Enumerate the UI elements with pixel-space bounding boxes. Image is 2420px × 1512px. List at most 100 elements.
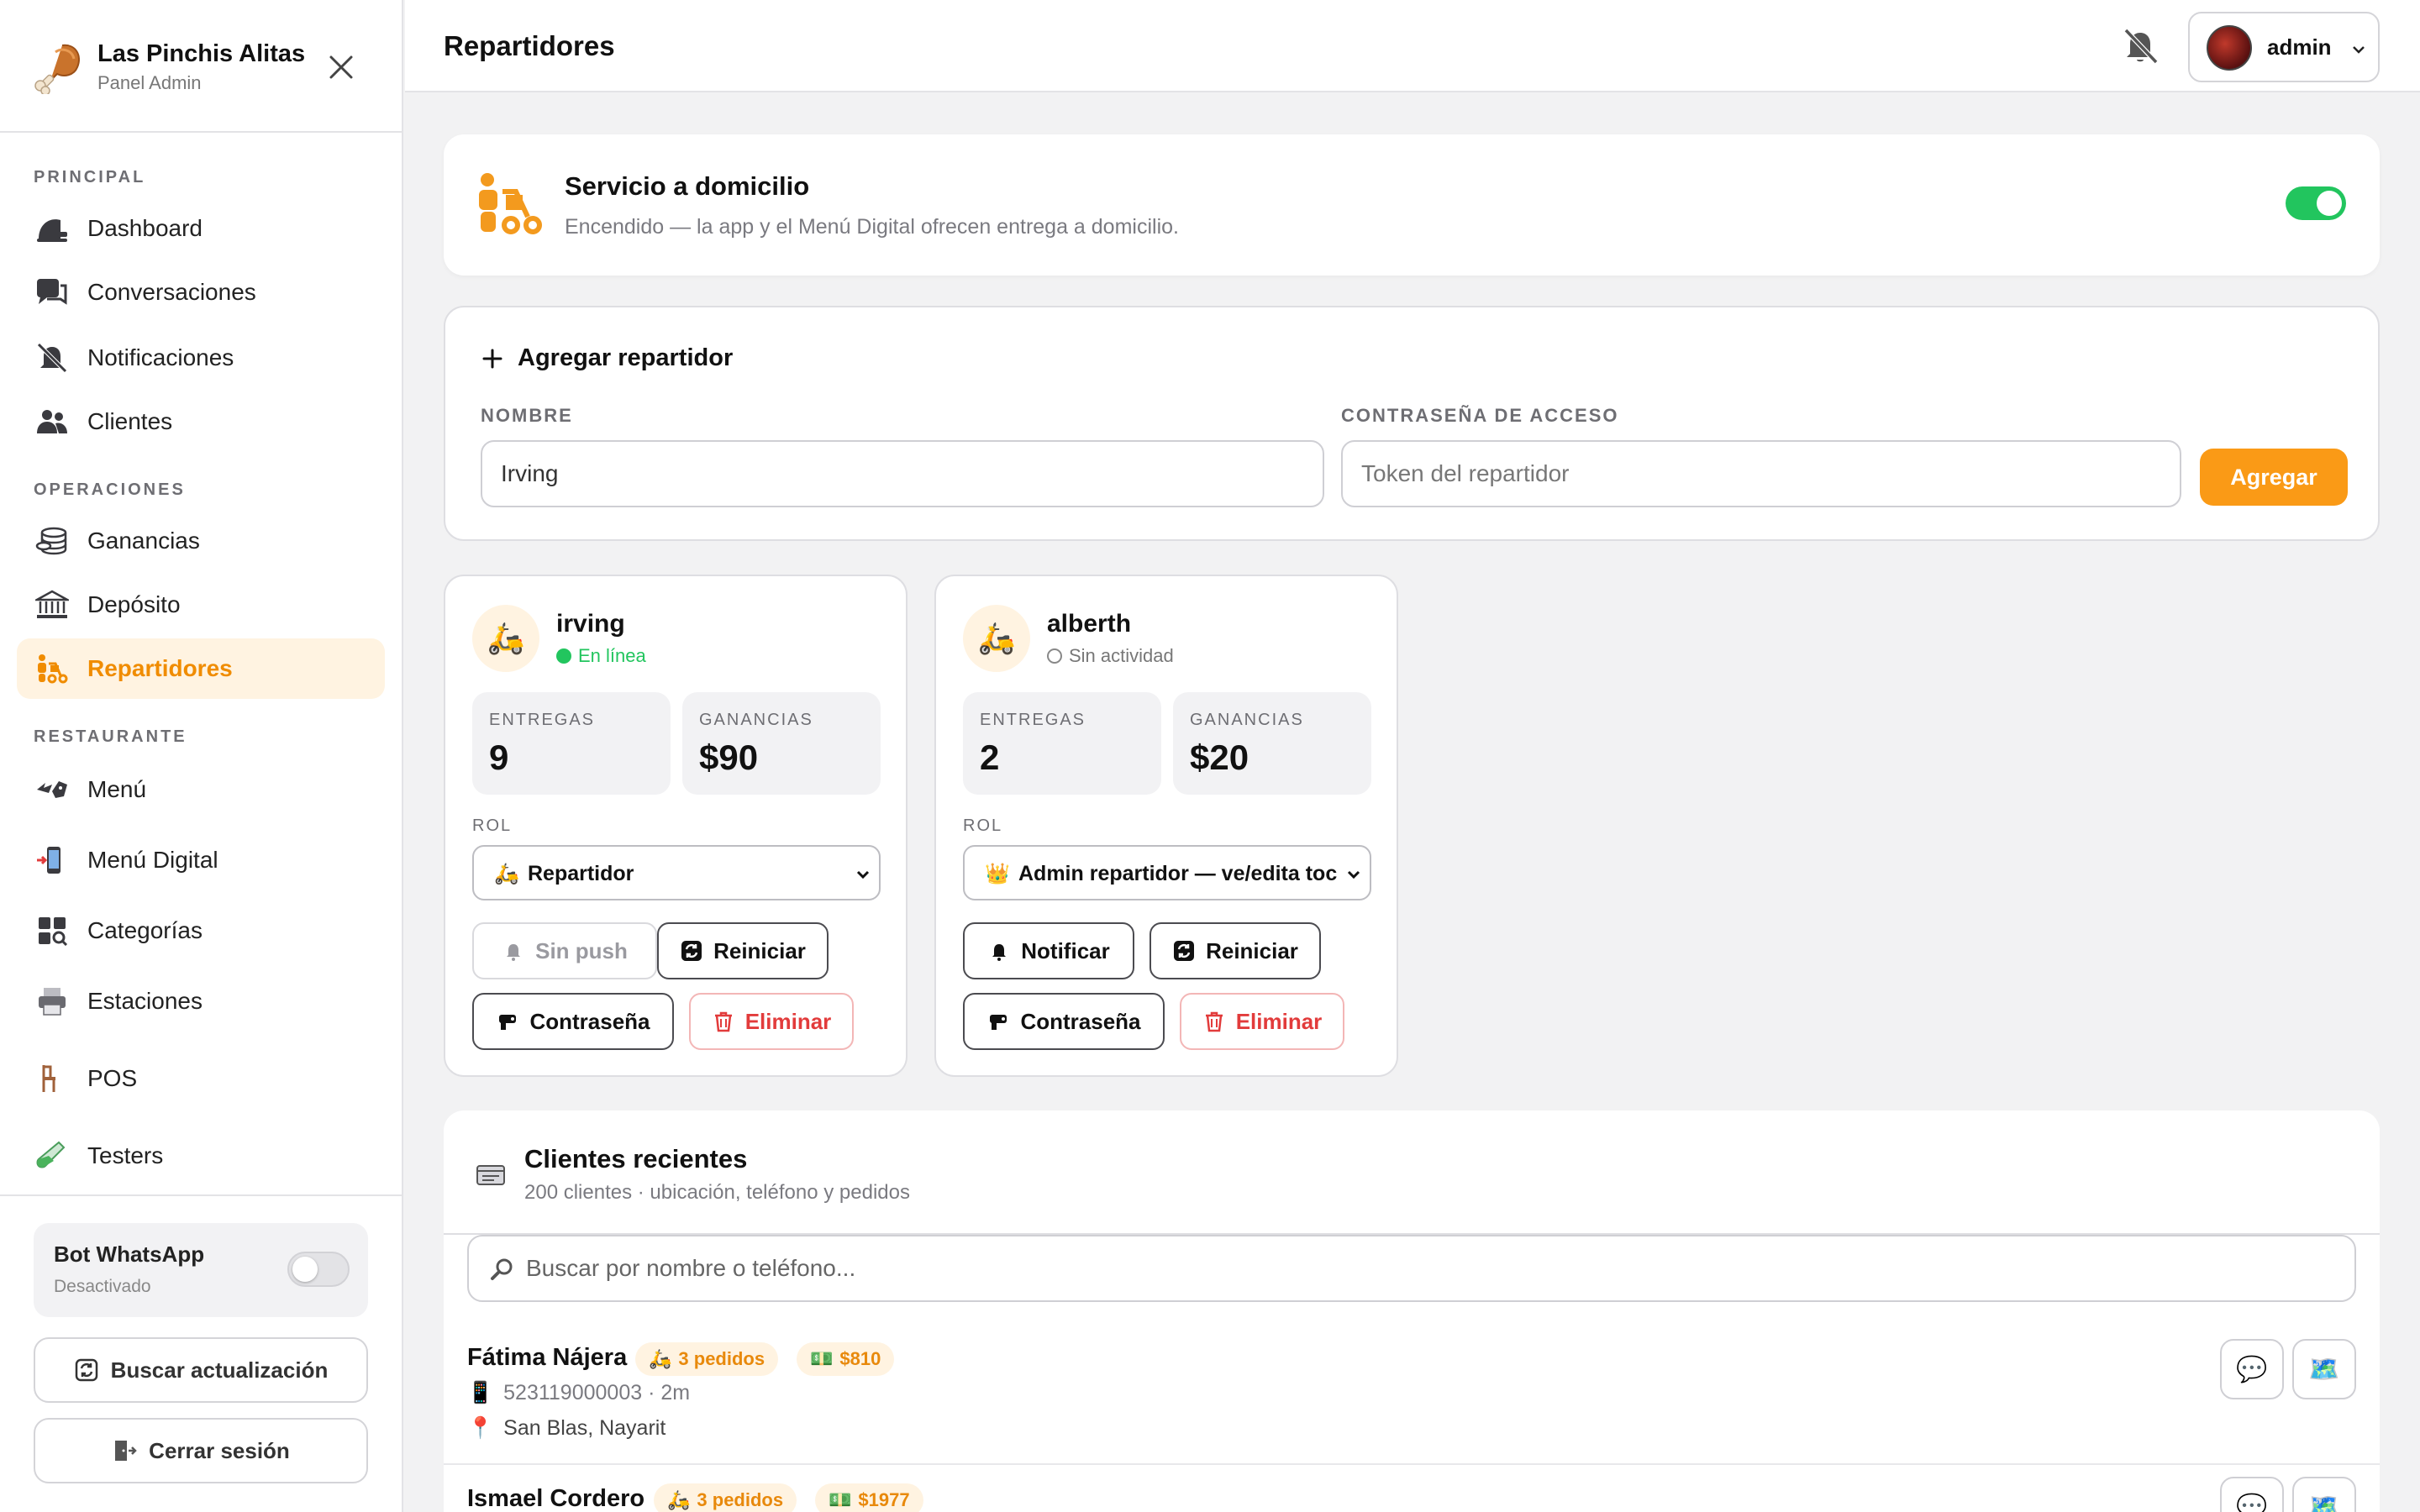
- refresh-icon: [681, 941, 702, 961]
- sidebar-item-menu[interactable]: Menú: [17, 759, 385, 820]
- delete-button[interactable]: Eliminar: [1180, 993, 1344, 1050]
- grid-icon: [39, 917, 68, 946]
- map-button[interactable]: 🗺️: [2292, 1477, 2356, 1512]
- role-label: ROL: [963, 816, 1003, 835]
- check-update-button[interactable]: Buscar actualización: [34, 1337, 368, 1403]
- delivery-title: Servicio a domicilio: [565, 171, 810, 201]
- pin-icon: 📍: [467, 1416, 494, 1440]
- bell-off-icon[interactable]: [2119, 25, 2161, 67]
- sidebar-item-ganancias[interactable]: Ganancias: [17, 511, 385, 571]
- speech-bubble-icon: 💬: [2236, 1493, 2268, 1512]
- deliveries-stat: ENTREGAS 2: [963, 692, 1161, 795]
- message-button[interactable]: 💬: [2220, 1477, 2284, 1512]
- bot-whatsapp-toggle[interactable]: [287, 1252, 350, 1287]
- orders-badge: 🛵 3 pedidos: [635, 1342, 779, 1376]
- role-select[interactable]: 🛵 Repartidor: [472, 845, 881, 900]
- delivery-service-toggle[interactable]: [2286, 186, 2346, 220]
- sidebar: Las Pinchis Alitas Panel Admin PRINCIPAL…: [0, 0, 403, 1512]
- sidebar-item-notificaciones[interactable]: Notificaciones: [17, 328, 385, 388]
- chevron-down-icon: [856, 870, 870, 879]
- card-index-icon: [476, 1165, 505, 1185]
- add-driver-header: Agregar repartidor: [481, 344, 733, 372]
- sidebar-item-label: Menú Digital: [87, 847, 218, 873]
- sidebar-item-testers[interactable]: Testers: [17, 1126, 385, 1186]
- client-phone-text: 523119000003 · 2m: [503, 1381, 691, 1404]
- sidebar-item-estaciones[interactable]: Estaciones: [17, 971, 385, 1032]
- coins-icon: [35, 527, 67, 555]
- sidebar-item-deposito[interactable]: Depósito: [17, 575, 385, 635]
- section-label-principal: PRINCIPAL: [34, 168, 146, 186]
- sidebar-item-conversaciones[interactable]: Conversaciones: [17, 262, 385, 323]
- client-row[interactable]: Fátima Nájera 🛵 3 pedidos 💵 $810 📱 52311900…: [467, 1339, 2356, 1445]
- trash-icon: [1205, 1011, 1223, 1032]
- scooter-icon: 🛵: [494, 863, 519, 885]
- reset-button[interactable]: Reiniciar: [657, 922, 829, 979]
- sidebar-item-label: POS: [87, 1065, 138, 1091]
- chevron-down-icon: [2353, 46, 2365, 54]
- reset-button[interactable]: Reiniciar: [1150, 922, 1321, 979]
- client-name: Fátima Nájera: [467, 1344, 628, 1371]
- sidebar-item-menu-digital[interactable]: Menú Digital: [17, 830, 385, 890]
- password-input[interactable]: [1341, 440, 2181, 507]
- client-row[interactable]: Ismael Cordero 🛵 3 pedidos 💵 $1977 💬 🗺️: [467, 1477, 2356, 1512]
- logout-label: Cerrar sesión: [149, 1437, 290, 1463]
- dashboard-icon: [37, 219, 67, 242]
- delete-label: Eliminar: [744, 1008, 832, 1034]
- toggle-knob: [292, 1257, 318, 1282]
- map-button[interactable]: 🗺️: [2292, 1339, 2356, 1399]
- wings-icon: [37, 781, 67, 798]
- password-label: Contraseña: [1020, 1008, 1141, 1034]
- phone-icon: 📱: [467, 1381, 494, 1404]
- password-button[interactable]: Contraseña: [472, 993, 674, 1050]
- role-select[interactable]: 👑 Admin repartidor — ve/edita toc: [963, 845, 1371, 900]
- refresh-icon: [1174, 941, 1195, 961]
- delivery-icon: [38, 654, 68, 684]
- user-menu-button[interactable]: admin: [2188, 12, 2380, 82]
- sidebar-item-label: Testers: [87, 1142, 164, 1168]
- client-location: 📍 San Blas, Nayarit: [467, 1416, 666, 1441]
- topbar: Repartidores admin: [405, 0, 2420, 92]
- client-search-input[interactable]: [526, 1245, 2333, 1292]
- delete-label: Eliminar: [1235, 1008, 1323, 1034]
- sidebar-item-repartidores[interactable]: Repartidores: [17, 638, 385, 699]
- add-driver-button[interactable]: Agregar: [2200, 449, 2348, 506]
- sidebar-item-pos[interactable]: POS: [17, 1048, 385, 1109]
- client-search[interactable]: [467, 1235, 2356, 1302]
- stat-value: $90: [699, 738, 759, 777]
- clients-subtitle: 200 clientes · ubicación, teléfono y ped…: [524, 1181, 910, 1204]
- orders-badge: 🛵 3 pedidos: [654, 1483, 797, 1512]
- sidebar-item-label: Dashboard: [87, 215, 203, 241]
- sidebar-item-label: Menú: [87, 776, 147, 802]
- total-amount: $810: [839, 1348, 881, 1369]
- name-input[interactable]: [481, 440, 1324, 507]
- crown-icon: 👑: [985, 863, 1010, 885]
- sidebar-item-label: Categorías: [87, 917, 203, 943]
- client-location-text: San Blas, Nayarit: [503, 1416, 666, 1440]
- bell-off-icon: [37, 343, 67, 373]
- sidebar-item-label: Depósito: [87, 591, 181, 617]
- brand-name: Las Pinchis Alitas: [97, 40, 306, 67]
- logout-button[interactable]: Cerrar sesión: [34, 1418, 368, 1483]
- close-icon[interactable]: [324, 50, 358, 84]
- message-button[interactable]: 💬: [2220, 1339, 2284, 1399]
- password-button[interactable]: Contraseña: [963, 993, 1165, 1050]
- no-push-label: Sin push: [535, 937, 628, 963]
- sidebar-item-clientes[interactable]: Clientes: [17, 391, 385, 452]
- notify-button[interactable]: Notificar: [963, 922, 1134, 979]
- no-push-button[interactable]: Sin push: [472, 922, 657, 979]
- map-icon: 🗺️: [2308, 1493, 2340, 1512]
- password-label: Contraseña: [529, 1008, 650, 1034]
- role-value: Admin repartidor — ve/edita toc: [1018, 862, 1338, 885]
- recent-clients-card: Clientes recientes 200 clientes · ubicac…: [444, 1110, 2380, 1512]
- stat-value: $20: [1190, 738, 1249, 777]
- reset-label: Reiniciar: [1206, 937, 1298, 963]
- scooter-icon: 🛵: [472, 605, 539, 672]
- brand-subtitle: Panel Admin: [97, 72, 202, 93]
- sidebar-item-dashboard[interactable]: Dashboard: [17, 198, 385, 259]
- sidebar-item-label: Clientes: [87, 408, 173, 434]
- sidebar-item-categorias[interactable]: Categorías: [17, 900, 385, 961]
- delete-button[interactable]: Eliminar: [689, 993, 854, 1050]
- driver-card-irving: 🛵 irving En línea ENTREGAS 9 GANANCIAS $…: [444, 575, 908, 1077]
- chevron-down-icon: [1347, 870, 1360, 879]
- printer-icon: [39, 988, 66, 1016]
